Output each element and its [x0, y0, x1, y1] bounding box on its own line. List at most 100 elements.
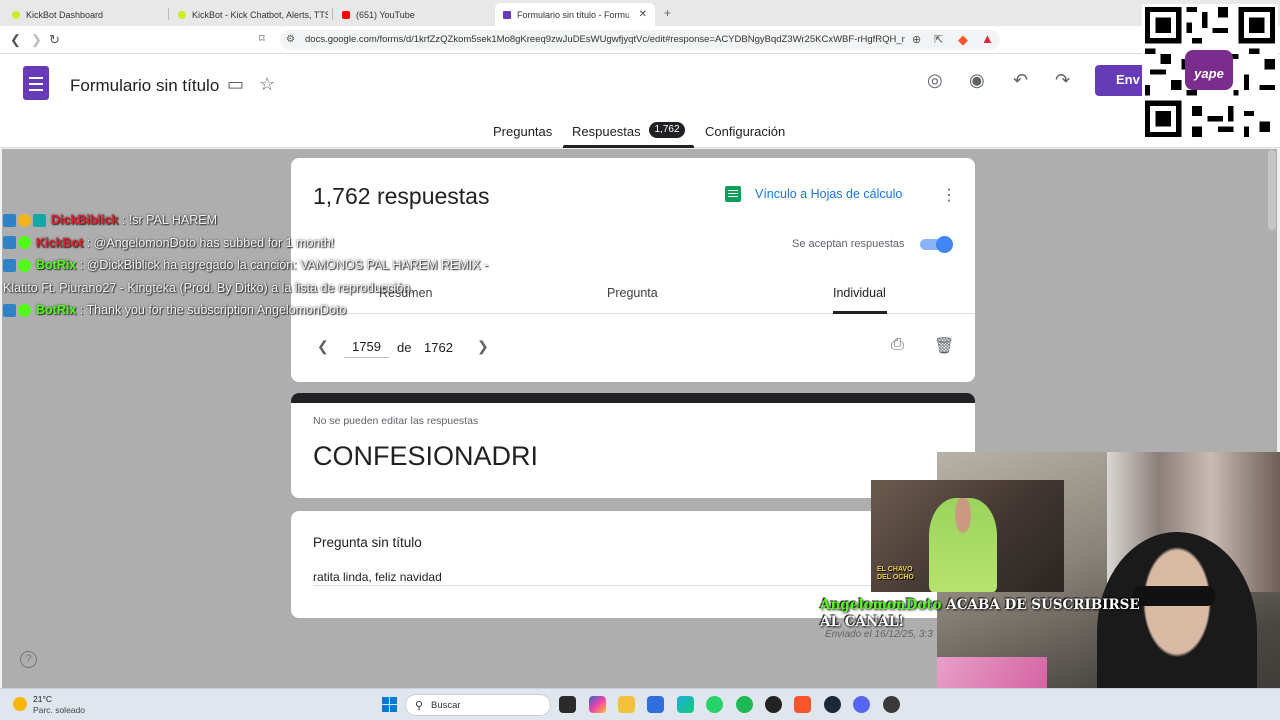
tab-label: KickBot Dashboard: [26, 9, 104, 20]
pager-of-label: de: [397, 340, 412, 355]
chat-message: KickBot : @AngelomonDoto has subbed for …: [3, 232, 498, 255]
obs-icon[interactable]: [765, 696, 782, 713]
share-icon[interactable]: ⇱: [934, 33, 943, 46]
weather-temperature[interactable]: 21°C: [33, 694, 52, 704]
discord-icon[interactable]: [853, 696, 870, 713]
tab-divider: [168, 8, 169, 20]
responses-count-badge: 1,762: [649, 122, 685, 138]
app-icon[interactable]: [883, 696, 900, 713]
palette-icon[interactable]: ◎: [927, 70, 943, 91]
taskbar-search-input[interactable]: ⚲ Buscar: [405, 694, 551, 716]
brave-rewards-icon[interactable]: ▲: [981, 31, 994, 46]
task-view-icon[interactable]: [559, 696, 576, 713]
windows-start-icon[interactable]: [382, 697, 397, 712]
tab-label: (651) YouTube: [356, 9, 415, 20]
verified-badge-icon: [18, 236, 31, 250]
tab-preguntas[interactable]: Preguntas: [493, 124, 552, 139]
store-icon[interactable]: [647, 696, 664, 713]
tab-label: KickBot - Kick Chatbot, Alerts, TTS, C: [192, 9, 328, 20]
moderator-badge-icon: [3, 236, 16, 250]
kick-favicon-icon: [12, 10, 20, 19]
responses-count-title: 1,762 respuestas: [313, 183, 490, 209]
copilot-icon[interactable]: [589, 696, 606, 713]
chat-badges: [3, 210, 48, 232]
preview-eye-icon[interactable]: ◉: [969, 70, 985, 91]
alert-video-clip: EL CHAVO DEL OCHO: [871, 480, 1064, 592]
chat-message: BotRix : Thank you for the subscription …: [3, 299, 498, 322]
moderator-badge-icon: [3, 303, 16, 317]
forward-icon[interactable]: ❯: [31, 32, 42, 48]
new-tab-icon[interactable]: +: [664, 6, 671, 20]
folder-icon[interactable]: ▭: [227, 74, 244, 95]
tab-pregunta[interactable]: Pregunta: [607, 286, 658, 300]
chat-username: KickBot: [36, 235, 84, 250]
next-response-icon[interactable]: ❯: [477, 338, 489, 355]
browser-tab-kickbot[interactable]: KickBot - Kick Chatbot, Alerts, TTS, C: [170, 3, 328, 26]
close-tab-icon[interactable]: ✕: [639, 9, 647, 20]
verified-badge-icon: [18, 259, 31, 273]
weather-sun-icon[interactable]: [13, 697, 27, 711]
clip-character: [929, 498, 997, 592]
tab-respuestas[interactable]: Respuestas: [572, 124, 641, 139]
chat-badges: [3, 232, 33, 254]
browser-tab-bar: KickBot Dashboard KickBot - Kick Chatbot…: [0, 0, 1280, 26]
site-info-icon[interactable]: ⚙: [286, 34, 295, 45]
link-to-sheets-button[interactable]: Vínculo a Hojas de cálculo: [755, 187, 902, 201]
windows-taskbar: 21°C Parc. soleado ⚲ Buscar: [0, 688, 1280, 720]
browser-tab-kickbot-dashboard[interactable]: KickBot Dashboard: [4, 3, 164, 26]
chat-badges: [3, 300, 33, 322]
browser-tab-youtube[interactable]: (651) YouTube: [334, 3, 492, 26]
tab-divider: [332, 8, 333, 20]
spotify-icon[interactable]: [736, 696, 753, 713]
gift-badge-icon: [18, 213, 31, 227]
chat-text: : @AngelomonDoto has subbed for 1 month!: [86, 235, 335, 250]
active-view-indicator: [833, 311, 887, 314]
pager-total: 1762: [424, 340, 453, 355]
url-text[interactable]: docs.google.com/forms/d/1krfZzQZkom5sek1…: [305, 34, 905, 45]
redo-icon[interactable]: ↷: [1055, 70, 1070, 91]
google-sheets-icon[interactable]: [725, 186, 741, 202]
delete-trash-icon[interactable]: 🗑: [934, 336, 954, 356]
yape-brand-text: yape: [1194, 66, 1224, 81]
chat-message: BotRix : @DickBiblick ha agregado la can…: [3, 254, 498, 299]
help-icon[interactable]: ?: [20, 651, 37, 668]
star-icon[interactable]: ☆: [259, 74, 275, 95]
previous-response-icon[interactable]: ❮: [317, 338, 329, 355]
sunglasses-icon: [1133, 586, 1215, 606]
browser-tab-forms[interactable]: Formulario sin título - Formulari ✕: [495, 3, 655, 26]
chat-username: BotRix: [36, 258, 77, 273]
subscription-alert: AngelomonDoto ACABA DE SUSCRIBIRSE AL CA…: [820, 597, 1140, 631]
weather-description[interactable]: Parc. soleado: [33, 705, 85, 715]
form-title[interactable]: Formulario sin título: [70, 76, 219, 96]
moderator-badge-icon: [3, 213, 16, 227]
back-icon[interactable]: ❮: [10, 32, 21, 48]
tab-label: Formulario sin título - Formulari: [517, 9, 629, 20]
brave-shield-icon[interactable]: ◆: [958, 32, 968, 48]
brave-icon[interactable]: [794, 696, 811, 713]
chat-text: : Thank you for the subscription Angelom…: [79, 303, 347, 318]
print-icon[interactable]: ⎙: [891, 336, 904, 354]
reload-icon[interactable]: ↻: [49, 32, 60, 48]
toggle-knob[interactable]: [936, 236, 953, 253]
steam-icon[interactable]: [824, 696, 841, 713]
undo-icon[interactable]: ↶: [1013, 70, 1028, 91]
cannot-edit-note: No se pueden editar las respuestas: [313, 415, 479, 427]
stream-chat-overlay: DickBiblick : !sr PAL HAREM KickBot : @A…: [3, 209, 498, 322]
bookmark-icon[interactable]: ⌑: [259, 32, 265, 45]
whatsapp-icon[interactable]: [706, 696, 723, 713]
page-scrollbar[interactable]: [1268, 150, 1276, 230]
file-explorer-icon[interactable]: [618, 696, 635, 713]
tab-configuracion[interactable]: Configuración: [705, 124, 785, 139]
google-forms-logo-icon[interactable]: [23, 66, 49, 100]
chat-text: : !sr PAL HAREM: [121, 213, 218, 227]
moderator-badge-icon: [3, 259, 16, 273]
more-options-icon[interactable]: ⋮: [941, 185, 957, 205]
edge-icon[interactable]: [677, 696, 694, 713]
forms-favicon-icon: [503, 10, 511, 19]
tab-individual[interactable]: Individual: [833, 286, 886, 300]
zoom-icon[interactable]: ⊕: [912, 33, 921, 46]
response-number-input[interactable]: 1759: [344, 339, 389, 358]
alert-username: AngelomonDoto: [820, 597, 942, 613]
yape-logo: yape: [1185, 50, 1233, 90]
chat-username: DickBiblick: [51, 213, 119, 227]
